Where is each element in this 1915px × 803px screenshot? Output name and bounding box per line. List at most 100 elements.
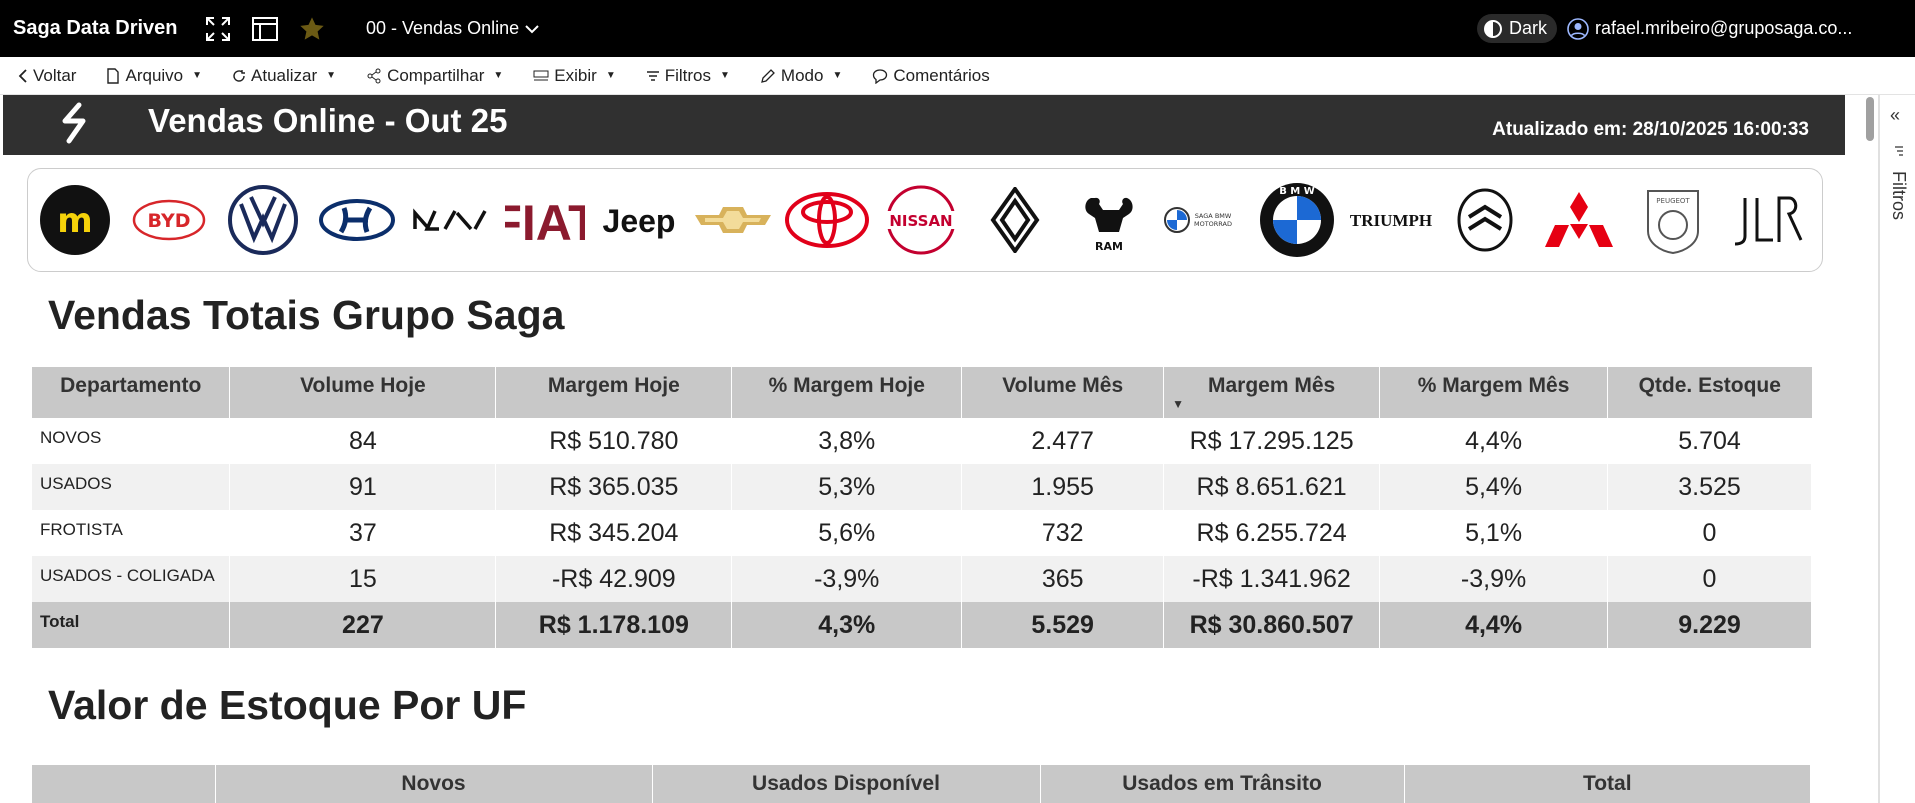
app-title[interactable]: Saga Data Driven: [13, 17, 203, 40]
report-header: Vendas Online - Out 25 Atualizado em: 28…: [3, 95, 1845, 155]
caret-down-icon: ▼: [720, 70, 730, 81]
cell-volume-mes: 365: [961, 556, 1165, 602]
view-menu[interactable]: Exibir ▼: [533, 66, 616, 86]
cell-total-label: Total: [32, 602, 231, 648]
cell-margem-hoje: R$ 365.035: [495, 464, 733, 510]
cell-department: FROTISTA: [32, 510, 231, 556]
col-header-sorted[interactable]: ▼ Margem Mês: [1163, 367, 1381, 418]
cell-total-pct-margem-hoje: 4,3%: [731, 602, 963, 648]
fiat-logo[interactable]: FIAT: [498, 194, 592, 246]
svg-text:FIAT: FIAT: [505, 195, 585, 246]
dark-mode-toggle[interactable]: Dark: [1476, 14, 1557, 43]
contrast-icon: [1483, 19, 1502, 38]
top-bar: Saga Data Driven 00 - Vendas Online Dark…: [0, 0, 1915, 57]
saga-bmw-motorrad-logo[interactable]: SAGA BMW MOTORRAD: [1156, 202, 1250, 238]
filter-pane[interactable]: « Filtros: [1878, 95, 1915, 803]
cell-pct-margem-mes: 4,4%: [1379, 418, 1609, 464]
caret-down-icon: ▼: [605, 70, 616, 81]
caret-down-icon: ▼: [192, 70, 203, 81]
col-header[interactable]: Volume Hoje: [229, 367, 497, 418]
refresh-menu[interactable]: Atualizar ▼: [232, 66, 336, 86]
svg-text:PEUGEOT: PEUGEOT: [1656, 197, 1690, 205]
file-label: Arquivo: [125, 65, 184, 85]
col-header[interactable]: Qtde. Estoque: [1607, 367, 1812, 418]
byd-logo[interactable]: BYD: [122, 198, 216, 242]
updated-value: 28/10/2025 16:00:33: [1632, 119, 1809, 140]
report-selector[interactable]: 00 - Vendas Online: [366, 18, 539, 39]
vertical-scrollbar[interactable]: [1860, 95, 1878, 803]
table-row[interactable]: FROTISTA 37 R$ 345.204 5,6% 732 R$ 6.255…: [32, 510, 1812, 556]
scroll-thumb[interactable]: [1866, 97, 1874, 141]
renault-logo[interactable]: [968, 187, 1062, 253]
brand-logo-strip: m BYD FIAT Jeep NISSAN RAM SAGA BMW MOTO…: [27, 168, 1823, 272]
share-menu[interactable]: Compartilhar ▼: [366, 66, 503, 86]
cell-volume-hoje: 37: [229, 510, 497, 556]
cell-pct-margem-mes: 5,4%: [1379, 464, 1609, 510]
stock-table: Novos Usados Disponível Usados em Trânsi…: [32, 765, 1810, 803]
table-row[interactable]: NOVOS 84 R$ 510.780 3,8% 2.477 R$ 17.295…: [32, 418, 1812, 464]
chevron-left-icon: [18, 68, 27, 83]
triumph-logo[interactable]: TRIUMPH: [1344, 205, 1438, 235]
cell-estoque: 5.704: [1607, 418, 1812, 464]
table-total-row[interactable]: Total 227 R$ 1.178.109 4,3% 5.529 R$ 30.…: [32, 602, 1812, 648]
table-row[interactable]: USADOS - COLIGADA 15 -R$ 42.909 -3,9% 36…: [32, 556, 1812, 602]
col-header[interactable]: Total: [1404, 765, 1810, 803]
col-header[interactable]: Novos: [215, 765, 653, 803]
caret-down-icon: ▼: [326, 70, 337, 81]
pencil-icon: [761, 68, 775, 83]
back-button[interactable]: Voltar: [18, 66, 76, 86]
svg-text:RAM: RAM: [1095, 240, 1123, 252]
cell-volume-hoje: 91: [229, 464, 497, 510]
file-menu[interactable]: Arquivo ▼: [106, 66, 202, 86]
stock-header-row: Novos Usados Disponível Usados em Trânsi…: [32, 765, 1810, 803]
cell-estoque: 0: [1607, 556, 1812, 602]
share-label: Compartilhar: [387, 65, 485, 85]
cell-margem-mes: R$ 17.295.125: [1163, 418, 1381, 464]
hyundai-logo[interactable]: [310, 198, 404, 242]
filters-menu[interactable]: Filtros ▼: [646, 66, 730, 86]
cell-estoque: 3.525: [1607, 464, 1812, 510]
nissan-logo[interactable]: NISSAN: [874, 184, 968, 256]
col-header[interactable]: [32, 765, 216, 803]
cell-department: NOVOS: [32, 418, 231, 464]
collapse-chevrons-icon[interactable]: «: [1890, 105, 1900, 126]
filter-lines-icon: [646, 70, 659, 81]
volkswagen-logo[interactable]: [216, 184, 310, 256]
comments-button[interactable]: Comentários: [872, 65, 990, 86]
user-account[interactable]: rafael.mribeiro@gruposaga.co...: [1567, 17, 1915, 40]
col-header[interactable]: Volume Mês: [961, 367, 1165, 418]
favorite-star-icon[interactable]: [297, 14, 327, 44]
col-header[interactable]: Margem Hoje: [495, 367, 733, 418]
svg-text:SAGA BMW: SAGA BMW: [1195, 212, 1232, 220]
cell-department: USADOS - COLIGADA: [32, 556, 231, 602]
kia-logo[interactable]: [404, 205, 498, 235]
citroen-logo[interactable]: [1438, 187, 1532, 253]
col-header[interactable]: Usados em Trânsito: [1040, 765, 1405, 803]
cell-department: USADOS: [32, 464, 231, 510]
jeep-logo[interactable]: Jeep: [592, 200, 686, 240]
mode-menu[interactable]: Modo ▼: [760, 66, 842, 86]
m-brand-logo[interactable]: m: [28, 184, 122, 256]
ram-logo[interactable]: RAM: [1062, 188, 1156, 252]
jlr-logo[interactable]: [1720, 192, 1814, 248]
bmw-logo[interactable]: B M W: [1250, 182, 1344, 258]
col-header[interactable]: Departamento: [32, 367, 231, 418]
filter-lines-icon: [1895, 146, 1903, 156]
back-label: Voltar: [33, 65, 77, 85]
saga-logo-icon: [62, 102, 86, 144]
comments-label: Comentários: [893, 65, 990, 85]
share-icon: [367, 68, 381, 83]
report-name-label: 00 - Vendas Online: [366, 18, 520, 38]
peugeot-logo[interactable]: PEUGEOT: [1626, 185, 1720, 255]
chevrolet-logo[interactable]: [686, 205, 780, 235]
col-header[interactable]: Usados Disponível: [652, 765, 1041, 803]
col-header[interactable]: % Margem Hoje: [731, 367, 963, 418]
table-row[interactable]: USADOS 91 R$ 365.035 5,3% 1.955 R$ 8.651…: [32, 464, 1812, 510]
toyota-logo[interactable]: [780, 192, 874, 248]
expand-icon[interactable]: [203, 14, 233, 44]
window-icon[interactable]: [250, 14, 280, 44]
mitsubishi-logo[interactable]: [1532, 190, 1626, 250]
cell-margem-hoje: R$ 345.204: [495, 510, 733, 556]
svg-text:TRIUMPH: TRIUMPH: [1350, 211, 1432, 230]
col-header[interactable]: % Margem Mês: [1379, 367, 1609, 418]
